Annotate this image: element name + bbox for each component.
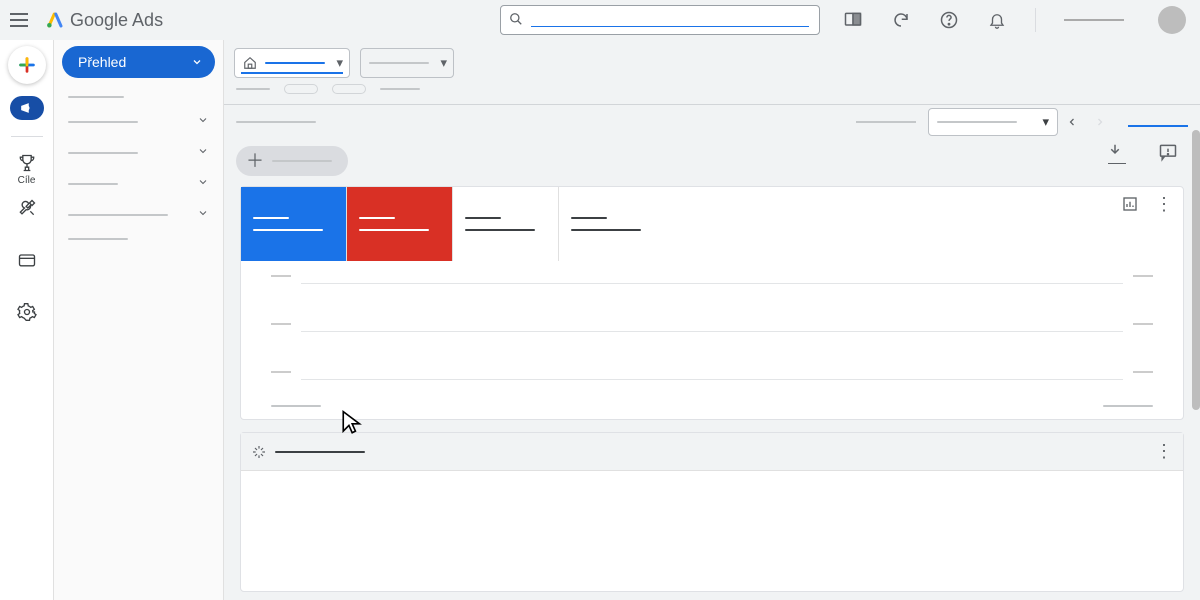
sidebar-item-label <box>68 96 124 98</box>
scope-account[interactable]: ▾ <box>234 48 350 78</box>
help-icon[interactable] <box>939 10 959 30</box>
score-tile[interactable] <box>347 187 453 261</box>
scorecard-card: ⋮ <box>240 186 1184 420</box>
sidebar-item-label <box>68 238 128 240</box>
breadcrumbs <box>224 82 1200 104</box>
chevron-down-icon <box>197 114 209 129</box>
tile-metric <box>571 217 607 219</box>
score-tile[interactable] <box>559 187 665 261</box>
avatar[interactable] <box>1158 6 1186 34</box>
download-icon[interactable] <box>1106 142 1128 164</box>
scope-label <box>265 62 325 64</box>
caret-down-icon: ▾ <box>1042 114 1049 130</box>
plus-icon: ＋ <box>246 152 264 170</box>
crumb <box>236 88 270 90</box>
crumb-pill[interactable] <box>284 84 318 94</box>
x-axis-label <box>1103 405 1153 407</box>
chevron-down-icon <box>197 176 209 191</box>
campaigns-rail[interactable] <box>10 96 44 120</box>
account-label[interactable] <box>1064 19 1124 21</box>
sidebar-item-label <box>68 183 118 185</box>
card-menu-icon[interactable]: ⋮ <box>1155 441 1173 462</box>
expand-chart-icon[interactable] <box>1121 195 1139 213</box>
sidebar-item-label <box>68 152 138 154</box>
date-value <box>937 121 1017 123</box>
sidebar-section[interactable] <box>62 137 215 168</box>
prev-period-button[interactable] <box>1058 108 1086 136</box>
overview-nav[interactable]: Přehled <box>62 46 215 78</box>
controls-left-label <box>236 121 316 123</box>
score-tile[interactable] <box>453 187 559 261</box>
insights-card: ⋮ <box>240 432 1184 592</box>
separator <box>1035 8 1036 32</box>
create-button[interactable] <box>8 46 46 84</box>
add-chip-label <box>272 160 332 162</box>
goals-rail[interactable]: Cíle <box>17 153 37 186</box>
refresh-icon[interactable] <box>891 10 911 30</box>
menu-button[interactable] <box>10 8 34 32</box>
chevron-down-icon <box>197 207 209 222</box>
overview-label: Přehled <box>78 54 126 70</box>
product-name: Google Ads <box>70 10 163 31</box>
add-card-chip[interactable]: ＋ <box>236 146 348 176</box>
chevron-down-icon <box>197 145 209 160</box>
date-prefix <box>856 121 916 123</box>
sidebar-section[interactable] <box>62 199 215 230</box>
sidebar-item[interactable] <box>62 88 215 106</box>
tile-metric <box>253 217 289 219</box>
admin-rail[interactable] <box>17 302 37 322</box>
score-tile[interactable] <box>241 187 347 261</box>
tile-value <box>571 229 641 231</box>
search-input[interactable] <box>500 5 820 35</box>
insights-title <box>275 451 365 453</box>
crumb <box>380 88 420 90</box>
time-series-chart <box>241 261 1183 405</box>
next-period-button[interactable] <box>1086 108 1114 136</box>
compare-link[interactable] <box>1128 125 1188 127</box>
caret-down-icon: ▾ <box>336 55 343 71</box>
caret-down-icon: ▾ <box>440 55 447 71</box>
sidebar-section[interactable] <box>62 106 215 137</box>
x-axis-label <box>271 405 321 407</box>
search-underline <box>531 26 809 27</box>
scope-campaign[interactable]: ▾ <box>360 48 454 78</box>
tools-rail[interactable] <box>17 198 37 218</box>
feedback-icon[interactable] <box>1158 142 1180 164</box>
tile-value <box>465 229 535 231</box>
home-icon <box>243 56 257 70</box>
ads-icon <box>46 11 64 29</box>
appearance-icon[interactable] <box>843 10 863 30</box>
search-icon <box>509 12 523 29</box>
scope-label <box>369 62 429 64</box>
sidebar-item[interactable] <box>62 230 215 248</box>
insights-icon <box>251 444 267 460</box>
billing-rail[interactable] <box>17 250 37 270</box>
crumb-pill[interactable] <box>332 84 366 94</box>
goals-label: Cíle <box>18 175 36 186</box>
tile-value <box>359 229 429 231</box>
tile-metric <box>465 217 501 219</box>
date-range-select[interactable]: ▾ <box>928 108 1058 136</box>
sidebar-item-label <box>68 121 138 123</box>
tile-value <box>253 229 323 231</box>
sidebar-section[interactable] <box>62 168 215 199</box>
chevron-down-icon <box>191 55 203 71</box>
google-ads-logo: Google Ads <box>46 10 163 31</box>
card-menu-icon[interactable]: ⋮ <box>1155 195 1173 213</box>
sidebar-item-label <box>68 214 168 216</box>
notifications-icon[interactable] <box>987 10 1007 30</box>
scrollbar-thumb[interactable] <box>1192 130 1200 410</box>
tile-metric <box>359 217 395 219</box>
